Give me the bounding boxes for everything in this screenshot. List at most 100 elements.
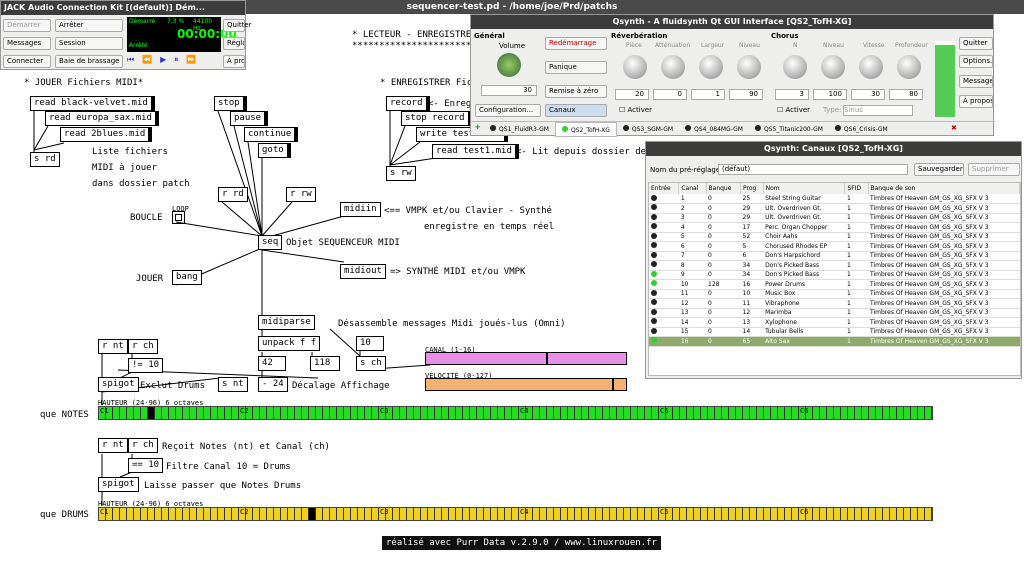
notes-key[interactable] <box>134 407 141 419</box>
drums-key[interactable] <box>680 508 687 520</box>
notes-key[interactable] <box>288 407 295 419</box>
drums-key[interactable] <box>428 508 435 520</box>
notes-key[interactable] <box>260 407 267 419</box>
notes-key[interactable] <box>841 407 848 419</box>
notes-key[interactable] <box>862 407 869 419</box>
notes-key[interactable] <box>498 407 505 419</box>
notes-key[interactable] <box>323 407 330 419</box>
r-rw-object[interactable]: r rw <box>286 187 316 202</box>
drums-key[interactable] <box>246 508 253 520</box>
notes-key[interactable] <box>638 407 645 419</box>
notes-key[interactable] <box>295 407 302 419</box>
drums-key[interactable] <box>701 508 708 520</box>
drums-key[interactable] <box>624 508 631 520</box>
drums-key[interactable] <box>834 508 841 520</box>
chorus-activate-checkbox[interactable]: ☐ Activer <box>777 106 810 114</box>
read-test-msg[interactable]: read test1.mid <box>432 144 519 159</box>
minus-24-object[interactable]: - 24 <box>258 377 288 392</box>
drums-key[interactable] <box>421 508 428 520</box>
chorus-depth-spin[interactable]: 80 <box>889 89 923 100</box>
notes-key[interactable] <box>715 407 722 419</box>
notes-key[interactable] <box>386 407 393 419</box>
notes-key[interactable] <box>491 407 498 419</box>
drums-key[interactable] <box>260 508 267 520</box>
notes-key[interactable] <box>736 407 743 419</box>
midiin-object[interactable]: midiin <box>340 202 381 217</box>
notes-key[interactable] <box>701 407 708 419</box>
drums-key[interactable] <box>904 508 911 520</box>
seq-object[interactable]: seq <box>258 235 283 250</box>
drums-key[interactable] <box>197 508 204 520</box>
jack-start-button[interactable]: Démarrer <box>3 19 51 32</box>
notes-key[interactable] <box>190 407 197 419</box>
drums-key[interactable] <box>925 508 932 520</box>
number-box-channel[interactable]: 10 <box>356 336 384 351</box>
notes-key[interactable]: C1 <box>99 407 108 419</box>
notes-key[interactable] <box>743 407 750 419</box>
s-ch-object[interactable]: s ch <box>356 356 386 371</box>
table-row[interactable]: 13 0 12 Marimba 1 Timbres Of Heaven GM_GS_XG_… <box>649 308 1020 318</box>
table-row[interactable]: 14 0 13 Xylophone 1 Timbres Of Heaven GM_GS_X… <box>649 317 1020 328</box>
drums-key[interactable] <box>589 508 596 520</box>
notes-key[interactable] <box>813 407 820 419</box>
notes-key[interactable] <box>344 407 351 419</box>
notes-key[interactable] <box>603 407 610 419</box>
notes-key[interactable] <box>848 407 855 419</box>
notes-key[interactable] <box>232 407 239 419</box>
notes-key[interactable] <box>316 407 323 419</box>
volume-knob[interactable] <box>497 53 521 77</box>
chorus-n-spin[interactable]: 3 <box>775 89 809 100</box>
spigot-object[interactable]: spigot <box>98 377 139 392</box>
notes-key[interactable] <box>435 407 442 419</box>
read-msg-3[interactable]: read 2blues.mid <box>60 127 153 142</box>
drums-key[interactable] <box>232 508 239 520</box>
drums-key[interactable] <box>855 508 862 520</box>
reverb-room-knob[interactable] <box>623 55 647 79</box>
notes-key[interactable] <box>400 407 407 419</box>
drums-key[interactable] <box>673 508 680 520</box>
table-row[interactable]: 5 0 52 Choir Aahs 1 Timbres Of Heaven GM_GS_X… <box>649 232 1020 242</box>
drums-key[interactable] <box>169 508 176 520</box>
notes-key[interactable] <box>414 407 421 419</box>
canal-slider[interactable] <box>425 352 627 365</box>
s-rd-object[interactable]: s rd <box>30 152 60 167</box>
column-header[interactable]: Nom <box>763 183 846 194</box>
notes-key[interactable] <box>582 407 589 419</box>
drums-key[interactable] <box>400 508 407 520</box>
jack-about-button[interactable]: À propos... <box>223 55 245 68</box>
table-row[interactable]: 11 0 10 Music Box 1 Timbres Of Heaven GM_GS_X… <box>649 289 1020 299</box>
notes-key[interactable] <box>505 407 512 419</box>
drums-key[interactable] <box>729 508 736 520</box>
notes-key[interactable] <box>421 407 428 419</box>
notes-key[interactable] <box>113 407 120 419</box>
notes-key[interactable]: C6 <box>799 407 808 419</box>
drums-key[interactable] <box>435 508 442 520</box>
drums-key[interactable] <box>785 508 792 520</box>
notes-key[interactable] <box>568 407 575 419</box>
notes-key[interactable] <box>589 407 596 419</box>
drums-key[interactable] <box>309 508 316 520</box>
not-equal-object[interactable]: != 10 <box>128 358 164 373</box>
s-nt-object[interactable]: s nt <box>218 377 248 392</box>
add-engine-icon[interactable]: ✚ <box>471 122 484 137</box>
chorus-depth-knob[interactable] <box>897 55 921 79</box>
notes-key[interactable] <box>883 407 890 419</box>
drums-key[interactable] <box>568 508 575 520</box>
drums-key[interactable] <box>554 508 561 520</box>
drums-key[interactable] <box>463 508 470 520</box>
notes-key[interactable] <box>337 407 344 419</box>
drums-key[interactable] <box>106 508 113 520</box>
continue-msg[interactable]: continue <box>244 127 299 142</box>
drums-key[interactable] <box>449 508 456 520</box>
column-header[interactable]: Canal <box>678 183 707 194</box>
notes-key[interactable] <box>757 407 764 419</box>
notes-key[interactable] <box>554 407 561 419</box>
drums-key[interactable] <box>491 508 498 520</box>
notes-key[interactable] <box>477 407 484 419</box>
drums-key[interactable] <box>288 508 295 520</box>
table-row[interactable]: 4 0 17 Perc. Organ Chopper 1 Timbres Of Heave… <box>649 222 1020 233</box>
drums-key[interactable] <box>694 508 701 520</box>
pause-msg[interactable]: pause <box>230 111 269 126</box>
notes-key[interactable] <box>211 407 218 419</box>
notes-key[interactable] <box>225 407 232 419</box>
